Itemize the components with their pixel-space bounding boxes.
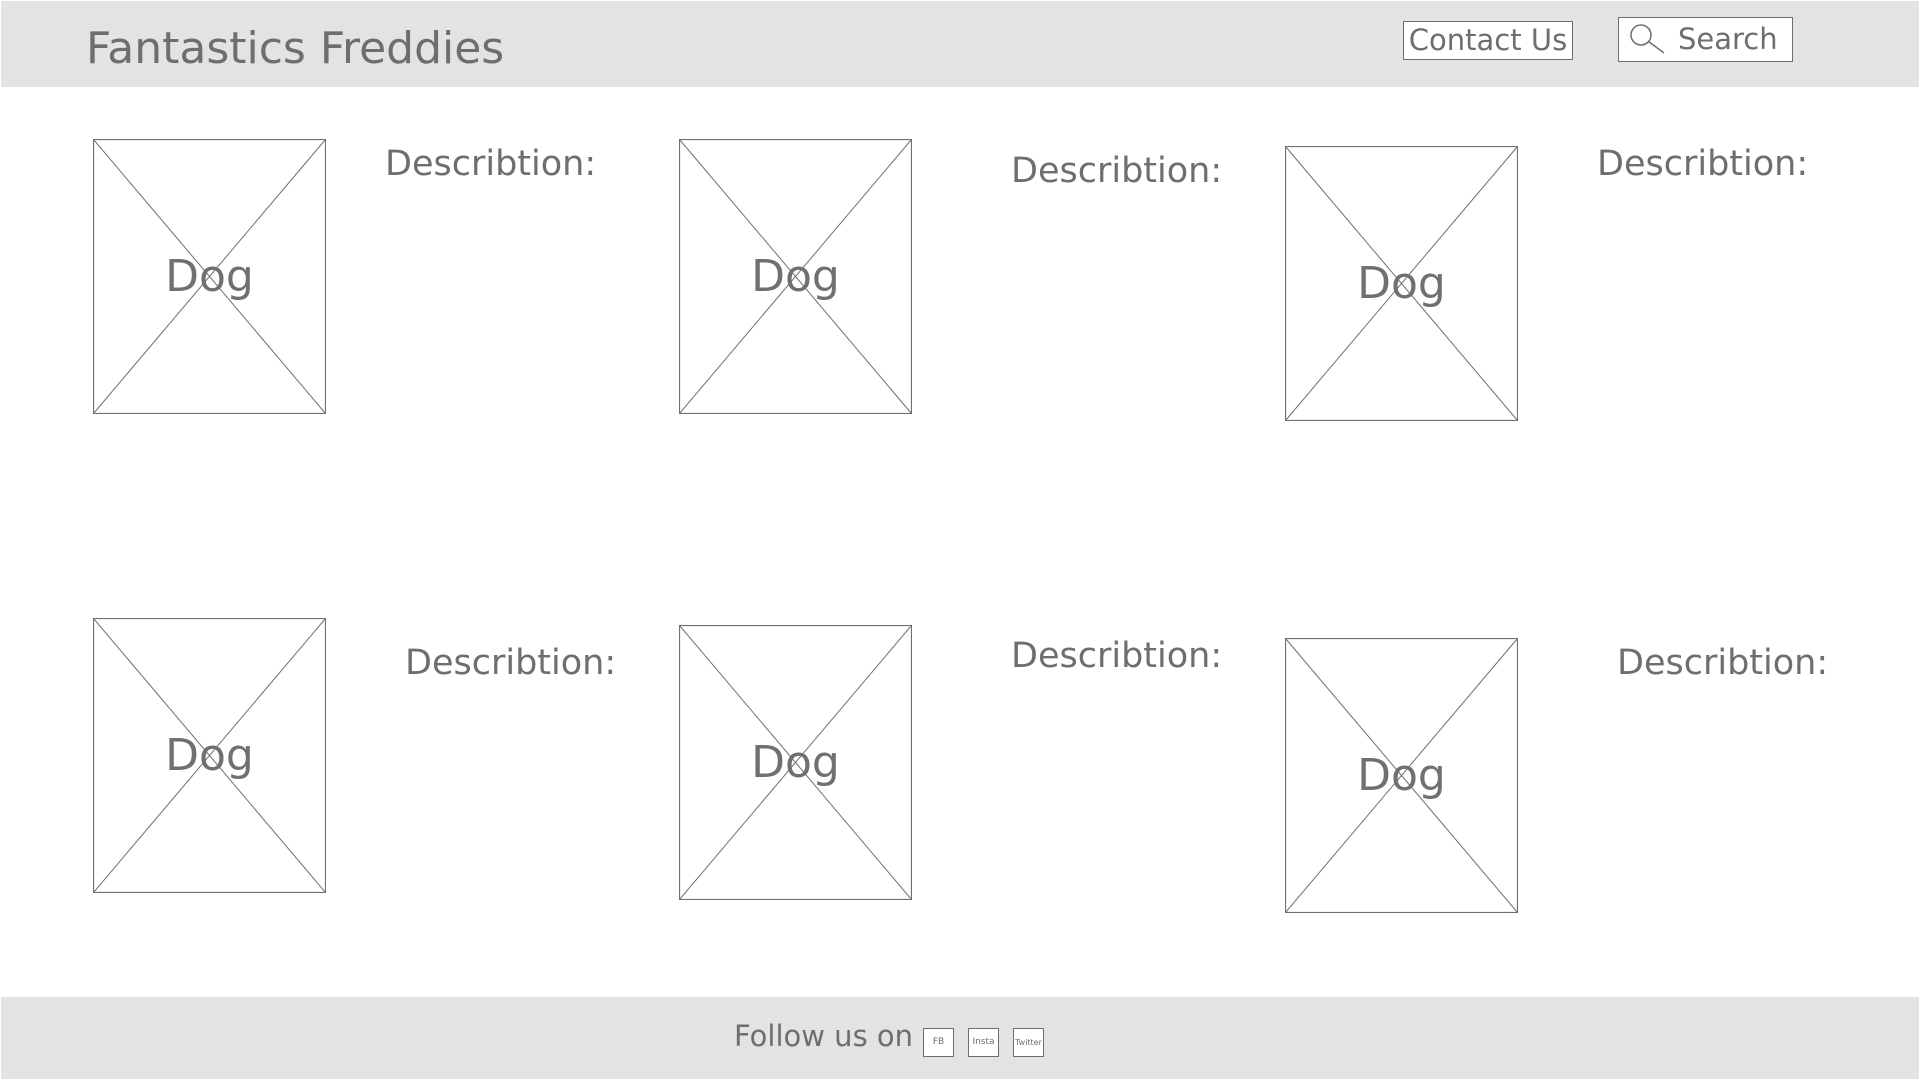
header-bar: Fantastics Freddies Contact Us Search <box>1 1 1919 87</box>
dog-image-placeholder: Dog <box>1285 638 1518 913</box>
instagram-link[interactable]: Insta <box>968 1028 999 1057</box>
description-label: Describtion: <box>1617 643 1829 683</box>
dog-image-label: Dog <box>1357 750 1446 801</box>
description-label: Describtion: <box>1011 151 1223 191</box>
search-button[interactable]: Search <box>1618 17 1793 62</box>
dog-image-label: Dog <box>165 730 254 781</box>
dog-image-label: Dog <box>751 251 840 302</box>
dog-image-placeholder: Dog <box>1285 146 1518 421</box>
facebook-link[interactable]: FB <box>923 1028 954 1057</box>
dog-image-placeholder: Dog <box>679 625 912 900</box>
twitter-link[interactable]: Twitter <box>1013 1028 1044 1057</box>
footer-bar: Follow us on FB Insta Twitter <box>1 997 1919 1079</box>
dog-image-placeholder: Dog <box>93 139 326 414</box>
site-title: Fantastics Freddies <box>86 23 505 74</box>
contact-us-button[interactable]: Contact Us <box>1403 21 1573 60</box>
dog-image-label: Dog <box>751 737 840 788</box>
description-label: Describtion: <box>1011 636 1223 676</box>
follow-us-text: Follow us on <box>734 1019 914 1053</box>
description-label: Describtion: <box>405 643 617 683</box>
page: Fantastics Freddies Contact Us Search Do… <box>0 0 1920 1080</box>
dog-image-placeholder: Dog <box>93 618 326 893</box>
search-icon <box>1630 24 1665 54</box>
description-label: Describtion: <box>1597 144 1809 184</box>
dog-image-label: Dog <box>1357 258 1446 309</box>
description-label: Describtion: <box>385 144 597 184</box>
dog-image-label: Dog <box>165 251 254 302</box>
search-label: Search <box>1678 22 1778 56</box>
dog-image-placeholder: Dog <box>679 139 912 414</box>
